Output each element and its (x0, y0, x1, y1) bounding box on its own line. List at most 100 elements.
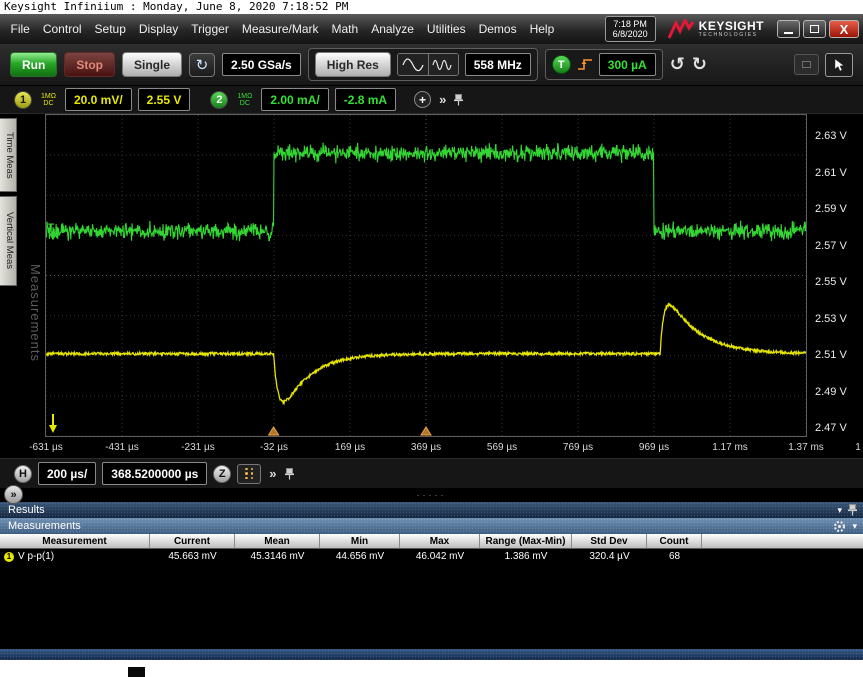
bandwidth-field[interactable]: 558 MHz (465, 53, 531, 76)
menu-measuremark[interactable]: Measure/Mark (235, 22, 325, 36)
sample-rate-field[interactable]: 2.50 GSa/s (222, 53, 301, 76)
x-axis-label: 969 µs (639, 442, 669, 453)
screen-capture-button[interactable] (794, 54, 819, 75)
pin-icon[interactable] (454, 94, 463, 106)
touch-toggle-button[interactable]: ↻ (189, 53, 215, 77)
menu-demos[interactable]: Demos (472, 22, 523, 36)
tab-time-meas[interactable]: Time Meas (0, 118, 17, 192)
dots-icon (251, 468, 254, 480)
waveform-plot[interactable]: T (46, 115, 806, 436)
redo-button[interactable]: ↻ (692, 56, 707, 74)
zoom-button[interactable]: Z (213, 465, 231, 483)
cursor-arrow-icon (833, 58, 845, 72)
segmented-memory-button[interactable] (237, 464, 261, 484)
trigger-source-button[interactable]: T (552, 55, 571, 74)
channel2-dc: DC (237, 100, 252, 107)
rising-edge-icon[interactable] (577, 57, 593, 72)
results-title: Results (8, 504, 45, 516)
channel1-impedance: 1MΩ (41, 93, 56, 100)
scope-main-area: Time Meas Vertical Meas Measurements T -… (0, 114, 863, 458)
channel-bar: 1 1MΩ DC 20.0 mV/ 2.55 V 2 1MΩ DC 2.00 m… (0, 86, 863, 114)
column-header: Min (320, 534, 400, 549)
voltage-axis-labels: 2.63 V2.61 V2.59 V2.57 V2.55 V2.53 V2.51… (810, 114, 863, 458)
channel2-offset-field[interactable]: -2.8 mA (335, 88, 396, 111)
collapse-caret-icon[interactable]: ▾ (837, 505, 842, 516)
menu-display[interactable]: Display (132, 22, 184, 36)
single-button[interactable]: Single (122, 52, 182, 77)
gear-dropdown-caret-icon[interactable]: ▾ (852, 521, 857, 532)
run-button[interactable]: Run (10, 52, 57, 77)
menu-file[interactable]: File (4, 22, 36, 36)
dense-wave-button[interactable] (428, 54, 458, 75)
expand-chevrons[interactable]: » (437, 92, 448, 107)
menu-analyze[interactable]: Analyze (365, 22, 421, 36)
x-axis-label: 1.17 ms (712, 442, 748, 453)
channel1-offset-field[interactable]: 2.55 V (138, 88, 191, 111)
x-axis-label: 169 µs (335, 442, 365, 453)
status-strip (0, 649, 863, 660)
measurements-title: Measurements (8, 520, 81, 532)
time-axis-labels: -631 µs-431 µs-231 µs-32 µs169 µs369 µs5… (0, 442, 863, 458)
x-axis-label: 569 µs (487, 442, 517, 453)
pin-icon[interactable] (848, 504, 857, 516)
y-axis-label: 2.63 V (815, 130, 847, 142)
measurement-value-cell: 1.386 mV (480, 551, 572, 562)
close-button[interactable]: X (829, 20, 859, 38)
acquisition-group: High Res 558 MHz (308, 48, 538, 81)
channel1-scale-field[interactable]: 20.0 mV/ (65, 88, 132, 111)
x-axis-label: -631 µs (29, 442, 63, 453)
sine-wave-icon (402, 58, 424, 72)
menu-utilities[interactable]: Utilities (420, 22, 472, 36)
menu-setup[interactable]: Setup (88, 22, 132, 36)
panel-splitter[interactable]: ····· (0, 488, 863, 502)
channel2-scale-field[interactable]: 2.00 mA/ (261, 88, 328, 111)
measurements-header[interactable]: Measurements ▾ (0, 518, 863, 534)
minimize-button[interactable] (777, 20, 800, 38)
channel1-coupling[interactable]: 1MΩ DC (38, 92, 59, 108)
gear-icon[interactable] (833, 520, 846, 533)
horizontal-button[interactable]: H (14, 465, 32, 483)
pointer-mode-button[interactable] (825, 53, 853, 77)
minimize-icon (784, 32, 793, 34)
channel1-dc: DC (41, 100, 56, 107)
channel1-button[interactable]: 1 (14, 91, 32, 109)
stop-button[interactable]: Stop (64, 52, 115, 77)
infiniium-app-window: FileControlSetupDisplayTriggerMeasure/Ma… (0, 14, 863, 660)
pin-icon[interactable] (285, 468, 294, 480)
x-axis-label: 769 µs (563, 442, 593, 453)
results-table-row[interactable]: 1 V p-p(1) 45.663 mV45.3146 mV44.656 mV4… (0, 549, 863, 564)
undo-button[interactable]: ↺ (670, 56, 685, 74)
measurement-value-cell: 68 (647, 551, 702, 562)
measurement-value-cell: 46.042 mV (400, 551, 480, 562)
y-axis-label: 2.55 V (815, 276, 847, 288)
menu-help[interactable]: Help (523, 22, 561, 36)
sidebar-expand-button[interactable]: » (4, 485, 23, 504)
maximize-button[interactable] (803, 20, 826, 38)
expand-chevrons[interactable]: » (267, 466, 278, 481)
menu-items: FileControlSetupDisplayTriggerMeasure/Ma… (4, 22, 561, 36)
tab-vertical-meas[interactable]: Vertical Meas (0, 196, 17, 286)
results-header[interactable]: Results ▾ (0, 502, 863, 518)
column-header: Std Dev (572, 534, 647, 549)
add-channel-button[interactable]: + (414, 91, 431, 108)
acquisition-mode-button[interactable]: High Res (315, 52, 391, 77)
channel2-button[interactable]: 2 (210, 91, 228, 109)
x-axis-label: -431 µs (105, 442, 139, 453)
menu-control[interactable]: Control (36, 22, 88, 36)
acquisition-toolbar: Run Stop Single ↻ 2.50 GSa/s High Res 55… (0, 44, 863, 86)
menu-bar: FileControlSetupDisplayTriggerMeasure/Ma… (0, 14, 863, 44)
trigger-level-field[interactable]: 300 µA (599, 53, 656, 76)
tab-measurements-collapsed[interactable]: Measurements (28, 264, 43, 362)
measurement-value-cell: 44.656 mV (320, 551, 400, 562)
timebase-scale-field[interactable]: 200 µs/ (38, 462, 96, 485)
waveform-display[interactable]: T (46, 115, 806, 436)
dots-icon (245, 468, 248, 480)
menu-trigger[interactable]: Trigger (185, 22, 236, 36)
measurement-value-cell: 320.4 µV (572, 551, 647, 562)
channel2-coupling[interactable]: 1MΩ DC (234, 92, 255, 108)
timebase-position-field[interactable]: 368.5200000 µs (102, 462, 207, 485)
smooth-wave-button[interactable] (398, 54, 428, 75)
clock-widget[interactable]: 7:18 PM 6/8/2020 (605, 16, 656, 42)
column-header-filler (702, 534, 863, 549)
menu-math[interactable]: Math (325, 22, 365, 36)
